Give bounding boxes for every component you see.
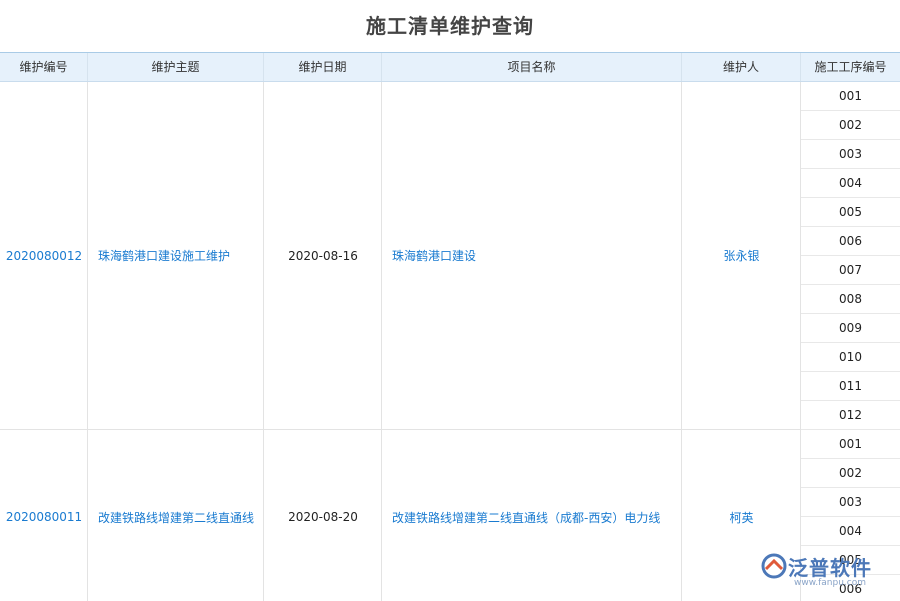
watermark: 泛普软件 www.fanpu.com [760, 550, 890, 594]
maintenance-id-link[interactable]: 2020080011 [0, 430, 88, 601]
col-header-project[interactable]: 项目名称 [382, 53, 682, 81]
step-number-cell: 007 [801, 256, 900, 285]
step-number-cell: 012 [801, 401, 900, 430]
maintainer-link[interactable]: 张永银 [682, 82, 801, 429]
col-header-date[interactable]: 维护日期 [264, 53, 382, 81]
step-number-cell: 009 [801, 314, 900, 343]
maintenance-subject-link[interactable]: 珠海鹤港口建设施工维护 [88, 82, 264, 429]
table-header: 维护编号 维护主题 维护日期 项目名称 维护人 施工工序编号 [0, 53, 900, 82]
step-number-cell: 005 [801, 198, 900, 227]
page-title: 施工清单维护查询 [0, 0, 900, 52]
step-number-cell: 003 [801, 140, 900, 169]
maintenance-id-link[interactable]: 2020080012 [0, 82, 88, 429]
col-header-step[interactable]: 施工工序编号 [801, 53, 900, 81]
maintenance-date: 2020-08-20 [264, 430, 382, 601]
watermark-brand: 泛普软件 [788, 552, 872, 581]
step-number-cell: 001 [801, 430, 900, 459]
step-number-cell: 008 [801, 285, 900, 314]
step-number-cell: 003 [801, 488, 900, 517]
step-number-cell: 004 [801, 517, 900, 546]
step-number-cell: 011 [801, 372, 900, 401]
project-name-link[interactable]: 珠海鹤港口建设 [382, 82, 682, 429]
project-name-link[interactable]: 改建铁路线增建第二线直通线（成都-西安）电力线 [382, 430, 682, 601]
col-header-subject[interactable]: 维护主题 [88, 53, 264, 81]
step-number-cell: 004 [801, 169, 900, 198]
watermark-url: www.fanpu.com [794, 578, 866, 588]
table-row: 2020080012 珠海鹤港口建设施工维护 2020-08-16 珠海鹤港口建… [0, 82, 900, 430]
maintenance-date: 2020-08-16 [264, 82, 382, 429]
col-header-maintainer[interactable]: 维护人 [682, 53, 801, 81]
step-number-cell: 001 [801, 82, 900, 111]
step-number-cell: 002 [801, 459, 900, 488]
maintenance-subject-link[interactable]: 改建铁路线增建第二线直通线 [88, 430, 264, 601]
brand-logo-icon [760, 552, 788, 580]
data-table: 维护编号 维护主题 维护日期 项目名称 维护人 施工工序编号 202008001… [0, 52, 900, 601]
step-number-cell: 010 [801, 343, 900, 372]
step-number-cell: 006 [801, 227, 900, 256]
col-header-id[interactable]: 维护编号 [0, 53, 88, 81]
step-number-cell: 002 [801, 111, 900, 140]
